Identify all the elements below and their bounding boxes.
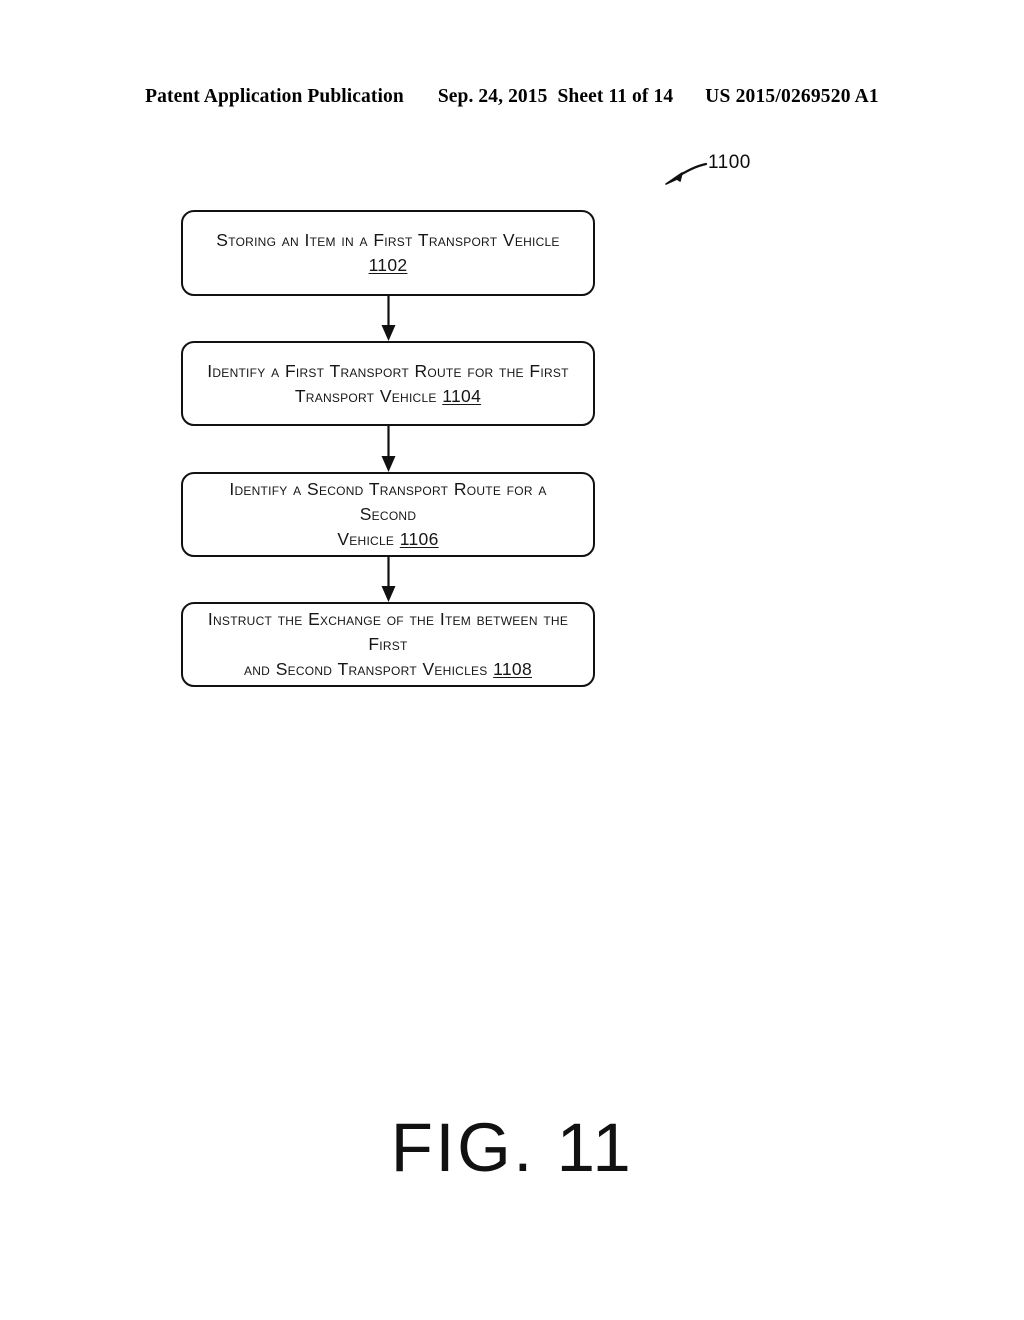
step-1104-line-1: Identify a First Transport Route for the… — [207, 360, 569, 381]
flowchart-step-1108-text: Instruct the Exchange of the Item betwee… — [203, 607, 573, 682]
connector-arrow-1102-to-1104 — [381, 296, 396, 341]
diagram-reference-callout: 1100 — [660, 152, 790, 200]
flowchart-step-1102-text: Storing an Item in a First Transport Veh… — [203, 228, 573, 278]
connector-arrow-1104-to-1106 — [381, 426, 396, 472]
step-1104-line-2: Transport Vehicle — [294, 385, 443, 406]
flowchart-step-1108: Instruct the Exchange of the Item betwee… — [181, 602, 595, 687]
step-1106-reference: 1106 — [399, 528, 439, 549]
connector-arrow-1106-to-1108 — [381, 557, 396, 602]
flowchart-step-1104: Identify a First Transport Route for the… — [181, 341, 595, 426]
step-1106-line-2: Vehicle — [337, 528, 400, 549]
flowchart-step-1102: Storing an Item in a First Transport Veh… — [181, 210, 595, 296]
figure-caption: FIG. 11 — [390, 1109, 634, 1186]
diagram-reference-number: 1100 — [708, 152, 751, 173]
step-1108-reference: 1108 — [493, 658, 532, 679]
step-1106-line-1: Identify a Second Transport Route for a … — [229, 479, 547, 525]
step-1102-line-1: Storing an Item in a First Transport Veh… — [216, 230, 560, 251]
flowchart-step-1106-text: Identify a Second Transport Route for a … — [203, 477, 573, 552]
step-1102-reference: 1102 — [368, 255, 408, 275]
step-1108-line-2: and Second Transport Vehicles — [244, 658, 494, 679]
flowchart-step-1106: Identify a Second Transport Route for a … — [181, 472, 595, 557]
patent-figure-flowchart: 1100 Storing an Item in a First Transpor… — [0, 0, 1024, 1320]
step-1104-reference: 1104 — [442, 385, 482, 406]
flowchart-step-1104-text: Identify a First Transport Route for the… — [207, 359, 568, 409]
step-1108-line-1: Instruct the Exchange of the Item betwee… — [207, 609, 569, 655]
